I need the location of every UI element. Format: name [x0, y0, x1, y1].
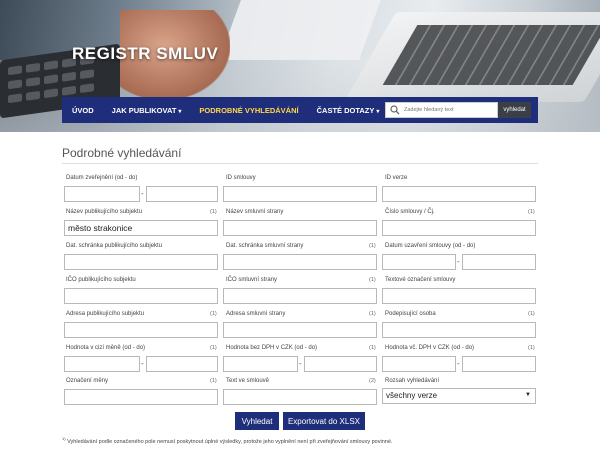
label-rozsah: Rozsah vyhledávání — [385, 378, 440, 384]
label-datum-uzavreni: Datum uzavření smlouvy (od - do) — [385, 243, 476, 249]
rozsah-selected-value: všechny verze — [386, 391, 438, 400]
label-id-verze: ID verze — [385, 175, 408, 181]
rozsah-select[interactable]: všechny verze ▼ — [382, 388, 536, 404]
hodnota-bez-dph-od-input[interactable] — [223, 356, 298, 372]
label-hodnota-cizi: Hodnota v cizí měně (od - do) — [66, 345, 146, 351]
footnote-text: Vyhledávání podle označeného pole nemusí… — [65, 438, 393, 445]
range-dash: - — [141, 359, 144, 368]
label-oznaceni-meny: Označení měny — [66, 378, 109, 384]
label-dat-schranka-smluvni: Dat. schránka smluvní strany — [226, 243, 304, 249]
label-adresa-publ: Adresa publikujícího subjektu — [66, 311, 145, 317]
footnote-marker: (2) — [369, 378, 376, 384]
datum-uzavreni-do-input[interactable] — [462, 254, 536, 270]
caret-down-icon: ▾ — [178, 108, 182, 115]
range-dash: - — [299, 359, 302, 368]
nav-search-input[interactable] — [404, 107, 494, 113]
footnote-marker: (1) — [369, 311, 376, 317]
range-dash: - — [457, 257, 460, 266]
datum-zverejneni-do-input[interactable] — [146, 186, 218, 202]
hodnota-bez-dph-do-input[interactable] — [304, 356, 377, 372]
nav-item-podrobne-vyhledavani[interactable]: PODROBNÉ VYHLEDÁVÁNÍ — [190, 106, 307, 115]
range-dash: - — [141, 189, 144, 198]
site-title[interactable]: REGISTR SMLUV — [72, 44, 218, 64]
footnote-marker: (1) — [210, 311, 217, 317]
cislo-smlouvy-input[interactable] — [382, 220, 536, 236]
footnote-marker: (1) — [369, 243, 376, 249]
datum-zverejneni-od-input[interactable] — [64, 186, 140, 202]
podepisujici-input[interactable] — [382, 322, 536, 338]
footnote-marker: (1) — [369, 277, 376, 283]
label-adresa-smluvni: Adresa smluvní strany — [226, 311, 286, 317]
label-hodnota-bez-dph: Hodnota bez DPH v CZK (od - do) — [226, 345, 318, 351]
ico-smluvni-input[interactable] — [223, 288, 377, 304]
dat-schranka-publ-input[interactable] — [64, 254, 218, 270]
footnote-marker: (1) — [528, 209, 535, 215]
textove-oznaceni-input[interactable] — [382, 288, 536, 304]
search-button[interactable]: Vyhledat — [235, 412, 279, 430]
label-text-ve-smlouve: Text ve smlouvě — [226, 378, 270, 384]
footnote-marker: (1) — [369, 345, 376, 351]
export-xlsx-button[interactable]: Exportovat do XLSX — [283, 412, 365, 430]
label-ico-publ: IČO publikujícího subjektu — [66, 277, 136, 283]
label-cislo-smlouvy: Číslo smlouvy / Čj. — [385, 209, 435, 215]
nav-search-button[interactable]: vyhledat — [498, 102, 531, 118]
hodnota-cizi-od-input[interactable] — [64, 356, 140, 372]
dat-schranka-smluvni-input[interactable] — [223, 254, 377, 270]
range-dash: - — [457, 359, 460, 368]
text-ve-smlouve-input[interactable] — [223, 389, 377, 405]
nazev-publ-subjektu-input[interactable] — [64, 220, 218, 236]
nav-item-jak-publikovat[interactable]: JAK PUBLIKOVAT ▾ — [103, 106, 191, 115]
label-hodnota-vc-dph: Hodnota vč. DPH v CZK (od - do) — [385, 345, 475, 351]
datum-uzavreni-od-input[interactable] — [382, 254, 456, 270]
footnote-marker: (1) — [528, 311, 535, 317]
label-datum-zverejneni: Datum zveřejnění (od - do) — [66, 175, 138, 181]
footnote-marker: (1) — [210, 378, 217, 384]
label-podepisujici: Podepisující osoba — [385, 311, 436, 317]
footnote-marker: (1) — [210, 345, 217, 351]
adresa-publ-input[interactable] — [64, 322, 218, 338]
label-id-smlouvy: ID smlouvy — [226, 175, 256, 181]
id-smlouvy-input[interactable] — [223, 186, 377, 202]
label-dat-schranka-publ: Dat. schránka publikujícího subjektu — [66, 243, 163, 249]
magnifier-icon — [390, 105, 400, 115]
id-verze-input[interactable] — [382, 186, 536, 202]
footnote-marker: (1) — [528, 345, 535, 351]
hodnota-vc-dph-od-input[interactable] — [382, 356, 456, 372]
triangle-down-icon: ▼ — [525, 392, 531, 398]
oznaceni-meny-input[interactable] — [64, 389, 218, 405]
hodnota-cizi-do-input[interactable] — [146, 356, 218, 372]
label-nazev-smluvni-strany: Název smluvní strany — [226, 209, 284, 215]
adresa-smluvni-input[interactable] — [223, 322, 377, 338]
nav-item-caste-dotazy[interactable]: ČASTÉ DOTAZY ▾ — [308, 106, 389, 115]
banner-keyboard-image — [382, 25, 600, 85]
label-nazev-publ-subjektu: Název publikujícího subjektu — [66, 209, 143, 215]
label-ico-smluvni: IČO smluvní strany — [226, 277, 278, 283]
title-divider — [62, 163, 538, 164]
footnote-marker: (1) — [210, 209, 217, 215]
hodnota-vc-dph-do-input[interactable] — [462, 356, 536, 372]
page-title: Podrobné vyhledávání — [62, 146, 182, 160]
nav-item-uvod[interactable]: ÚVOD — [62, 106, 103, 115]
caret-down-icon: ▾ — [376, 108, 380, 115]
nav-search-box — [385, 102, 498, 118]
nazev-smluvni-strany-input[interactable] — [223, 220, 377, 236]
ico-publ-input[interactable] — [64, 288, 218, 304]
banner-paper-image — [219, 0, 381, 60]
footnote: 1) Vyhledávání podle označeného pole nem… — [62, 436, 392, 445]
label-textove-oznaceni: Textové označení smlouvy — [385, 277, 456, 283]
